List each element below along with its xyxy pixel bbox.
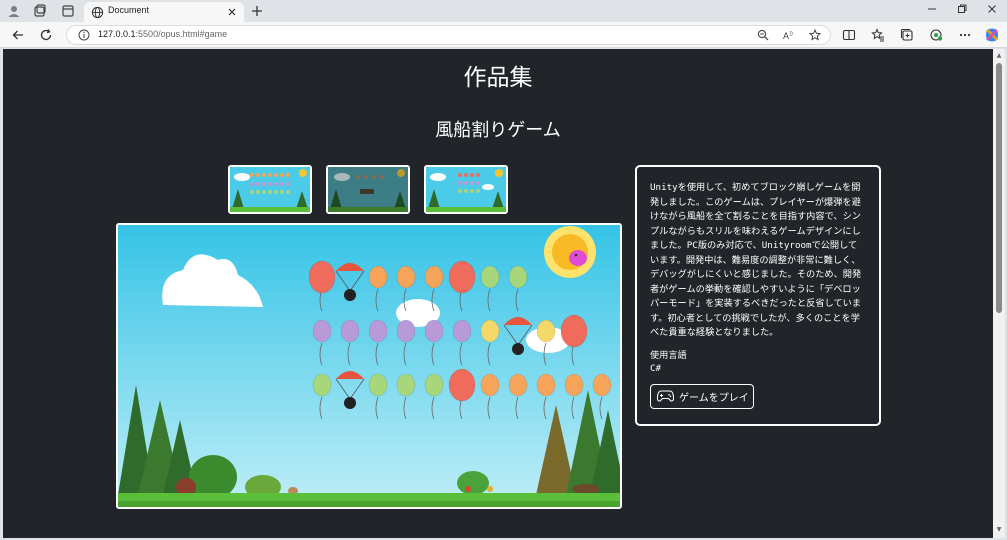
workspaces-icon[interactable]	[32, 3, 48, 19]
url-text: 127.0.0.1:5500/opus.html#game	[98, 29, 227, 39]
split-screen-icon[interactable]	[841, 27, 857, 43]
svg-text:A: A	[783, 31, 789, 41]
sun-icon	[544, 226, 596, 278]
page-title: 作品集	[463, 65, 533, 91]
thumbnail-3[interactable]	[424, 165, 508, 214]
language-label: 使用言語	[650, 349, 687, 361]
refresh-icon[interactable]	[38, 27, 54, 43]
minimize-icon[interactable]	[924, 3, 940, 19]
gamepad-icon	[656, 387, 675, 406]
description-card: Unityを使用して、初めてブロック崩しゲームを開発しました。このゲームは、プレ…	[635, 165, 881, 426]
thumbnail-1[interactable]	[228, 165, 312, 214]
copilot-icon[interactable]	[984, 27, 1000, 43]
play-game-button[interactable]: ゲームをプレイ	[650, 383, 754, 409]
profile-icon[interactable]	[6, 3, 22, 19]
scroll-up-icon[interactable]: ▲	[995, 52, 1003, 60]
read-aloud-icon[interactable]: A))	[782, 28, 796, 42]
close-icon[interactable]	[224, 4, 240, 20]
scroll-down-icon[interactable]: ▼	[995, 526, 1003, 534]
language-value: C#	[650, 362, 662, 374]
url-field[interactable]: 127.0.0.1:5500/opus.html#game A))	[66, 25, 831, 45]
url-host: 127.0.0.1	[98, 29, 136, 39]
game-screenshot	[116, 223, 622, 509]
work-title: 風船割りゲーム	[435, 120, 561, 141]
close-window-icon[interactable]	[984, 3, 1000, 19]
favorite-icon[interactable]	[808, 28, 822, 42]
maximize-icon[interactable]	[954, 3, 970, 19]
back-icon[interactable]	[10, 27, 26, 43]
tab-bar: Document	[0, 0, 1007, 22]
scroll-thumb[interactable]	[996, 63, 1002, 313]
globe-icon	[89, 4, 105, 20]
tab-title: Document	[108, 5, 150, 15]
site-info-icon[interactable]	[77, 28, 91, 42]
address-bar: 127.0.0.1:5500/opus.html#game A))	[0, 22, 1007, 48]
thumbnail-2[interactable]	[326, 165, 410, 214]
play-game-label: ゲームをプレイ	[679, 392, 749, 404]
description-text: Unityを使用して、初めてブロック崩しゲームを開発しました。このゲームは、プレ…	[650, 182, 862, 338]
new-tab-icon[interactable]	[249, 3, 265, 19]
more-icon[interactable]	[957, 27, 973, 43]
page-content: 作品集 風船割りゲーム Unityを使用して、初めてブロック崩しゲームを開発しま…	[3, 49, 993, 538]
url-path: :5500/opus.html#game	[135, 29, 228, 39]
favorites-icon[interactable]	[870, 27, 886, 43]
tab-actions-icon[interactable]	[60, 3, 76, 19]
extensions-icon[interactable]	[928, 27, 944, 43]
page-scrollbar[interactable]: ▲ ▼	[993, 49, 1005, 538]
zoom-out-icon[interactable]	[756, 28, 770, 42]
collections-icon[interactable]	[899, 27, 915, 43]
tab-document[interactable]: Document	[84, 2, 244, 22]
svg-text:)): ))	[790, 31, 794, 37]
